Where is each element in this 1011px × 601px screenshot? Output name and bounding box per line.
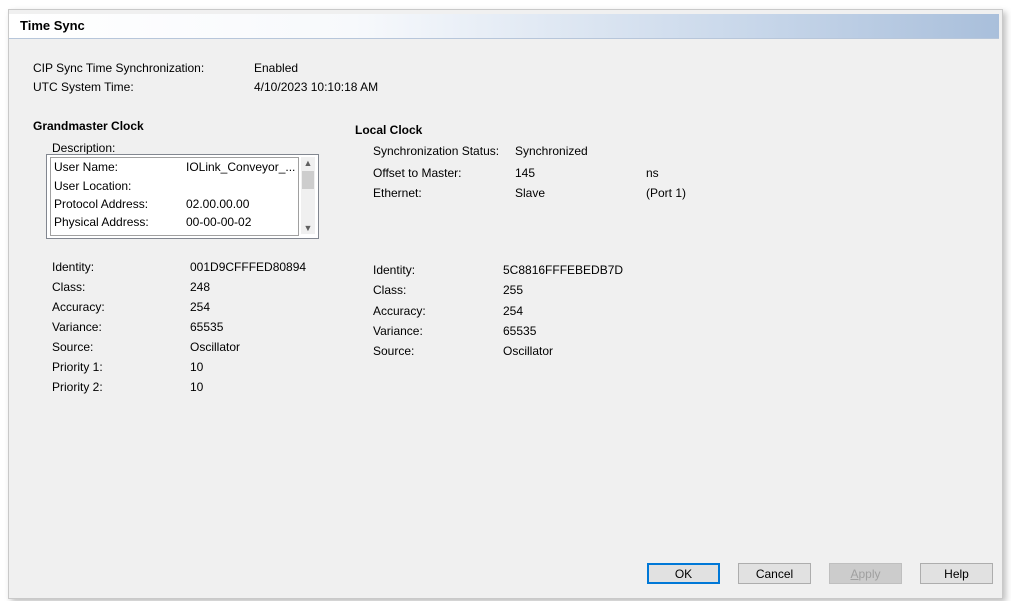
lc-identity-value: 5C8816FFFEBEDB7D bbox=[503, 263, 624, 277]
gm-source-label: Source: bbox=[52, 340, 94, 354]
ethernet-label: Ethernet: bbox=[373, 186, 422, 200]
cancel-button[interactable]: Cancel bbox=[738, 563, 811, 584]
sync-status-value: Synchronized bbox=[515, 144, 588, 158]
lc-accuracy-value: 254 bbox=[503, 304, 524, 318]
apply-label-rest: pply bbox=[858, 567, 881, 581]
list-item-key: User Name: bbox=[54, 160, 119, 174]
gm-accuracy-label: Accuracy: bbox=[52, 300, 105, 314]
dialog-title: Time Sync bbox=[20, 18, 85, 33]
offset-unit: ns bbox=[646, 166, 659, 180]
description-listbox[interactable]: User Name: IOLink_Conveyor_... User Loca… bbox=[46, 154, 319, 239]
list-item-value: IOLink_Conveyor_... bbox=[186, 160, 296, 174]
grandmaster-heading: Grandmaster Clock bbox=[33, 119, 144, 133]
list-item-value: 02.00.00.00 bbox=[186, 197, 250, 211]
list-item-value: 00-00-00-02 bbox=[186, 215, 252, 229]
gm-class-value: 248 bbox=[190, 280, 211, 294]
gm-priority1-label: Priority 1: bbox=[52, 360, 103, 374]
sync-status-label: Synchronization Status: bbox=[373, 144, 500, 158]
gm-variance-value: 65535 bbox=[190, 320, 224, 334]
list-item-key: Protocol Address: bbox=[54, 197, 149, 211]
chevron-up-icon[interactable]: ▲ bbox=[301, 157, 315, 169]
utc-time-label: UTC System Time: bbox=[33, 80, 134, 94]
lc-accuracy-label: Accuracy: bbox=[373, 304, 426, 318]
cip-sync-value: Enabled bbox=[254, 61, 299, 75]
description-label: Description: bbox=[52, 141, 116, 155]
description-scrollbar[interactable]: ▲ ▼ bbox=[301, 157, 315, 234]
gm-priority2-value: 10 bbox=[190, 380, 204, 394]
lc-source-label: Source: bbox=[373, 344, 415, 358]
lc-class-label: Class: bbox=[373, 283, 407, 297]
ok-button[interactable]: OK bbox=[647, 563, 720, 584]
scrollbar-thumb[interactable] bbox=[302, 171, 314, 189]
gm-priority2-label: Priority 2: bbox=[52, 380, 103, 394]
help-button[interactable]: Help bbox=[920, 563, 993, 584]
list-item-key: Physical Address: bbox=[54, 215, 149, 229]
gm-class-label: Class: bbox=[52, 280, 86, 294]
cip-sync-label: CIP Sync Time Synchronization: bbox=[33, 61, 205, 75]
gm-identity-label: Identity: bbox=[52, 260, 95, 274]
chevron-down-icon[interactable]: ▼ bbox=[301, 222, 315, 234]
lc-source-value: Oscillator bbox=[503, 344, 554, 358]
title-bar: Time Sync bbox=[9, 14, 999, 39]
description-list: User Name: IOLink_Conveyor_... User Loca… bbox=[50, 157, 299, 236]
local-clock-heading: Local Clock bbox=[355, 123, 423, 137]
gm-priority1-value: 10 bbox=[190, 360, 204, 374]
lc-variance-value: 65535 bbox=[503, 324, 537, 338]
ethernet-value: Slave bbox=[515, 186, 546, 200]
ethernet-port: (Port 1) bbox=[646, 186, 687, 200]
lc-class-value: 255 bbox=[503, 283, 524, 297]
list-item-key: User Location: bbox=[54, 179, 132, 193]
apply-accelerator: A bbox=[850, 567, 859, 581]
apply-button[interactable]: Apply bbox=[829, 563, 902, 584]
lc-variance-label: Variance: bbox=[373, 324, 423, 338]
lc-identity-label: Identity: bbox=[373, 263, 416, 277]
offset-label: Offset to Master: bbox=[373, 166, 462, 180]
gm-source-value: Oscillator bbox=[190, 340, 241, 354]
gm-variance-label: Variance: bbox=[52, 320, 102, 334]
gm-accuracy-value: 254 bbox=[190, 300, 211, 314]
utc-time-value: 4/10/2023 10:10:18 AM bbox=[254, 80, 379, 94]
gm-identity-value: 001D9CFFFED80894 bbox=[190, 260, 307, 274]
offset-value: 145 bbox=[515, 166, 536, 180]
